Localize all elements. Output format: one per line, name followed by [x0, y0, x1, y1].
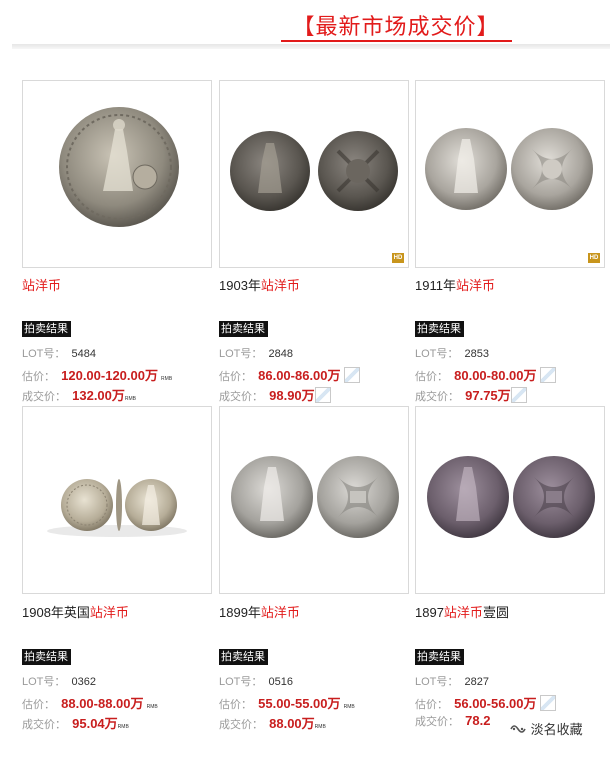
- estimate-row: 估价： 88.00-88.00万 RMB: [22, 696, 158, 711]
- coin-image-2[interactable]: HD: [219, 80, 409, 268]
- coin-card-6: 1897站洋币壹圆 拍卖结果 LOT号： 2827 估价： 56.00-56.0…: [415, 406, 607, 728]
- auction-result-badge: 拍卖结果: [22, 649, 71, 665]
- coin-title-1[interactable]: 站洋币: [22, 275, 61, 294]
- account-watermark: 淡名收藏: [509, 719, 583, 738]
- page-header: 【最新市场成交价】: [0, 0, 610, 60]
- sold-row: 成交价： 97.75万: [415, 385, 527, 404]
- coin-card-5: 1899年站洋币 拍卖结果 LOT号： 0516 估价： 55.00-55.00…: [219, 406, 411, 731]
- broken-image-icon: [539, 695, 556, 711]
- sold-row: 成交价： 88.00万RMB: [219, 716, 326, 731]
- broken-image-icon: [343, 367, 360, 383]
- sold-row: 成交价： 78.2: [415, 713, 491, 728]
- lot-row: LOT号： 2848: [219, 348, 294, 360]
- auction-result-badge: 拍卖结果: [219, 649, 268, 665]
- lot-row: LOT号： 2827: [415, 676, 490, 688]
- coin-title-2[interactable]: 1903年站洋币: [219, 275, 300, 294]
- broken-image-icon: [510, 387, 527, 403]
- section-title: 【最新市场成交价】: [292, 15, 500, 40]
- sold-row: 成交价： 98.90万: [219, 385, 331, 404]
- estimate-row: 估价： 56.00-56.00万: [415, 693, 556, 712]
- coin-image-4[interactable]: [22, 406, 212, 594]
- broken-image-icon: [314, 387, 331, 403]
- coin-image-6[interactable]: [415, 406, 605, 594]
- broken-image-icon: [539, 367, 556, 383]
- header-divider: [12, 44, 610, 49]
- sold-row: 成交价： 132.00万RMB: [22, 388, 137, 403]
- coin-card-3: HD 1911年站洋币 拍卖结果 LOT号： 2853 估价： 80.00-80…: [415, 80, 607, 403]
- sold-row: 成交价： 95.04万RMB: [22, 716, 129, 731]
- lot-row: LOT号： 5484: [22, 348, 97, 360]
- coin-title-6[interactable]: 1897站洋币壹圆: [415, 602, 509, 621]
- coin-card-4: 1908年英国站洋币 拍卖结果 LOT号： 0362 估价： 88.00-88.…: [22, 406, 214, 731]
- coin-title-3[interactable]: 1911年站洋币: [415, 275, 495, 294]
- coin-card-2: HD 1903年站洋币 拍卖结果 LOT号： 2848 估价： 86.00-86…: [219, 80, 411, 403]
- wechat-channel-icon: [509, 721, 527, 737]
- estimate-row: 估价： 120.00-120.00万 RMB: [22, 368, 173, 383]
- coin-title-4[interactable]: 1908年英国站洋币: [22, 602, 129, 621]
- estimate-row: 估价： 86.00-86.00万: [219, 365, 360, 384]
- auction-result-badge: 拍卖结果: [22, 321, 71, 337]
- coin-title-5[interactable]: 1899年站洋币: [219, 602, 300, 621]
- coin-image-5[interactable]: [219, 406, 409, 594]
- lot-row: LOT号： 0516: [219, 676, 294, 688]
- auction-result-badge: 拍卖结果: [219, 321, 268, 337]
- title-underline: [281, 40, 512, 42]
- auction-result-badge: 拍卖结果: [415, 649, 464, 665]
- hd-badge: HD: [392, 253, 404, 263]
- coin-card-1: 站洋币 拍卖结果 LOT号： 5484 估价： 120.00-120.00万 R…: [22, 80, 214, 403]
- coin-image-1[interactable]: [22, 80, 212, 268]
- hd-badge: HD: [588, 253, 600, 263]
- estimate-row: 估价： 80.00-80.00万: [415, 365, 556, 384]
- estimate-row: 估价： 55.00-55.00万 RMB: [219, 696, 355, 711]
- coin-image-3[interactable]: HD: [415, 80, 605, 268]
- auction-result-badge: 拍卖结果: [415, 321, 464, 337]
- lot-row: LOT号： 0362: [22, 676, 97, 688]
- lot-row: LOT号： 2853: [415, 348, 490, 360]
